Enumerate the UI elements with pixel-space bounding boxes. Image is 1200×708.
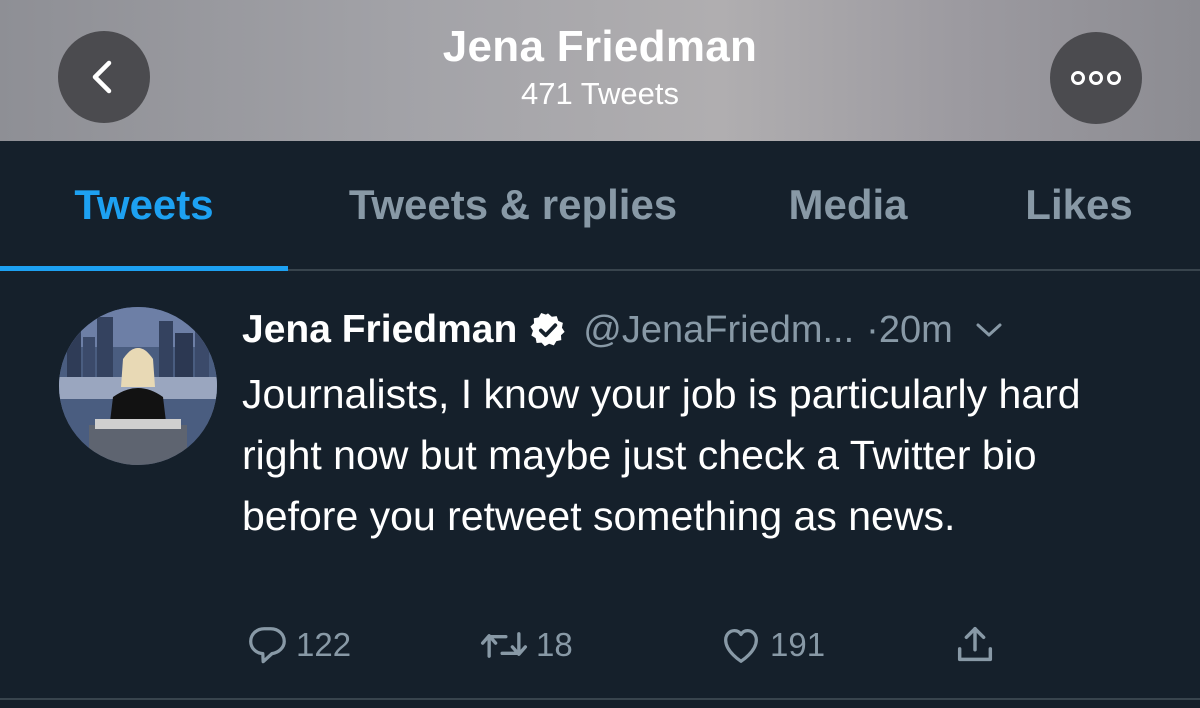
share-button[interactable]: [952, 622, 998, 668]
verified-badge-icon: [529, 311, 567, 349]
retweet-count: 18: [536, 626, 573, 663]
like-button[interactable]: 191: [718, 622, 825, 668]
tweet-menu-caret-icon[interactable]: [975, 321, 1003, 339]
tab-likes[interactable]: Likes: [958, 141, 1200, 269]
reply-button[interactable]: 122: [244, 622, 351, 668]
avatar-photo: [59, 307, 217, 465]
profile-tabs: Tweets Tweets & replies Media Likes: [0, 141, 1200, 271]
like-count: 191: [770, 626, 826, 663]
tab-tweets[interactable]: Tweets: [0, 141, 288, 269]
tweet[interactable]: Jena Friedman @JenaFriedm... ·20m Journa…: [0, 270, 1200, 698]
header-title: Jena Friedman: [442, 22, 758, 71]
heart-icon: [724, 628, 758, 663]
tweet-author-name[interactable]: Jena Friedman: [242, 308, 517, 352]
more-options-button[interactable]: [1050, 32, 1142, 124]
reply-icon: [249, 627, 286, 664]
retweet-button[interactable]: 18: [478, 622, 573, 668]
tab-tweets-and-replies[interactable]: Tweets & replies: [288, 141, 738, 269]
reply-count: 122: [296, 626, 352, 663]
profile-header: Jena Friedman 471 Tweets: [0, 0, 1200, 141]
tab-media[interactable]: Media: [738, 141, 958, 269]
tweet-timestamp[interactable]: ·20m: [866, 309, 953, 352]
tweet-divider: [0, 698, 1200, 700]
tweet-text: Journalists, I know your job is particul…: [242, 371, 1081, 539]
share-icon: [957, 626, 993, 662]
more-horizontal-icon: [1071, 71, 1121, 85]
tweet-header: Jena Friedman @JenaFriedm... ·20m: [242, 304, 1003, 356]
retweet-icon: [480, 632, 528, 658]
avatar[interactable]: [59, 307, 217, 465]
tweet-author-handle[interactable]: @JenaFriedm...: [583, 309, 854, 352]
header-tweet-count: 471 Tweets: [521, 76, 679, 111]
tweet-actions: 122 18 191: [0, 622, 1200, 672]
